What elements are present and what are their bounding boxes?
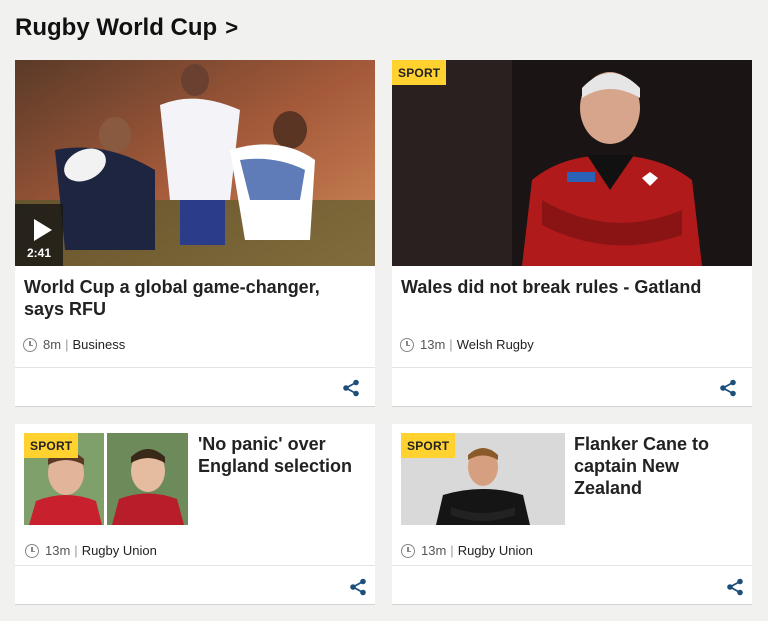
play-video-button[interactable]: 2:41	[15, 204, 63, 266]
share-icon[interactable]	[342, 379, 360, 397]
meta-separator: |	[74, 543, 78, 558]
share-icon[interactable]	[719, 379, 737, 397]
clock-icon	[400, 337, 414, 352]
story-timestamp: 13m	[421, 543, 447, 558]
story-timestamp: 13m	[45, 543, 71, 558]
story-meta: 13m | Rugby Union	[25, 543, 157, 558]
card-divider	[15, 367, 375, 368]
story-card-1[interactable]: 2:41 World Cup a global game-changer, sa…	[15, 60, 375, 406]
video-duration: 2:41	[26, 246, 52, 260]
meta-separator: |	[449, 337, 453, 352]
card-divider	[392, 565, 752, 566]
story-meta: 13m | Rugby Union	[401, 543, 533, 558]
sport-badge: SPORT	[392, 60, 447, 85]
share-icon[interactable]	[349, 578, 367, 596]
meta-separator: |	[450, 543, 454, 558]
story-meta: 8m | Business	[23, 337, 125, 352]
story-image-sam-cane[interactable]: SPORT	[401, 433, 565, 525]
section-title: Rugby World Cup	[15, 14, 218, 41]
story-card-4[interactable]: SPORT Flanker Cane to captain New Zealan…	[392, 424, 752, 604]
story-headline[interactable]: Flanker Cane to captain New Zealand	[574, 433, 734, 499]
clock-icon	[23, 337, 37, 352]
sport-badge: SPORT	[24, 433, 79, 458]
sport-badge: SPORT	[401, 433, 456, 458]
story-image-rugby-tackle[interactable]: 2:41	[15, 60, 375, 266]
story-meta: 13m | Welsh Rugby	[400, 337, 534, 352]
story-headline[interactable]: Wales did not break rules - Gatland	[401, 276, 731, 298]
story-topic-link[interactable]: Welsh Rugby	[457, 337, 534, 352]
story-topic-link[interactable]: Rugby Union	[82, 543, 157, 558]
section-header-link[interactable]: Rugby World Cup >	[15, 14, 238, 42]
story-image-england-players[interactable]: SPORT	[24, 433, 188, 525]
story-timestamp: 13m	[420, 337, 446, 352]
story-card-3[interactable]: SPORT 'No panic' over England selection …	[15, 424, 375, 604]
card-divider	[392, 367, 752, 368]
story-image-gatland[interactable]: SPORT	[392, 60, 752, 266]
chevron-right-icon: >	[225, 15, 239, 40]
story-headline[interactable]: World Cup a global game-changer, says RF…	[24, 276, 344, 320]
story-topic-link[interactable]: Rugby Union	[458, 543, 533, 558]
clock-icon	[25, 543, 39, 558]
clock-icon	[401, 543, 415, 558]
meta-separator: |	[65, 337, 69, 352]
story-card-2[interactable]: SPORT Wales did not break rules - Gatlan…	[392, 60, 752, 406]
story-headline[interactable]: 'No panic' over England selection	[198, 433, 370, 477]
play-icon	[34, 219, 52, 241]
story-topic-link[interactable]: Business	[72, 337, 125, 352]
share-icon[interactable]	[726, 578, 744, 596]
story-timestamp: 8m	[43, 337, 62, 352]
card-divider	[15, 565, 375, 566]
